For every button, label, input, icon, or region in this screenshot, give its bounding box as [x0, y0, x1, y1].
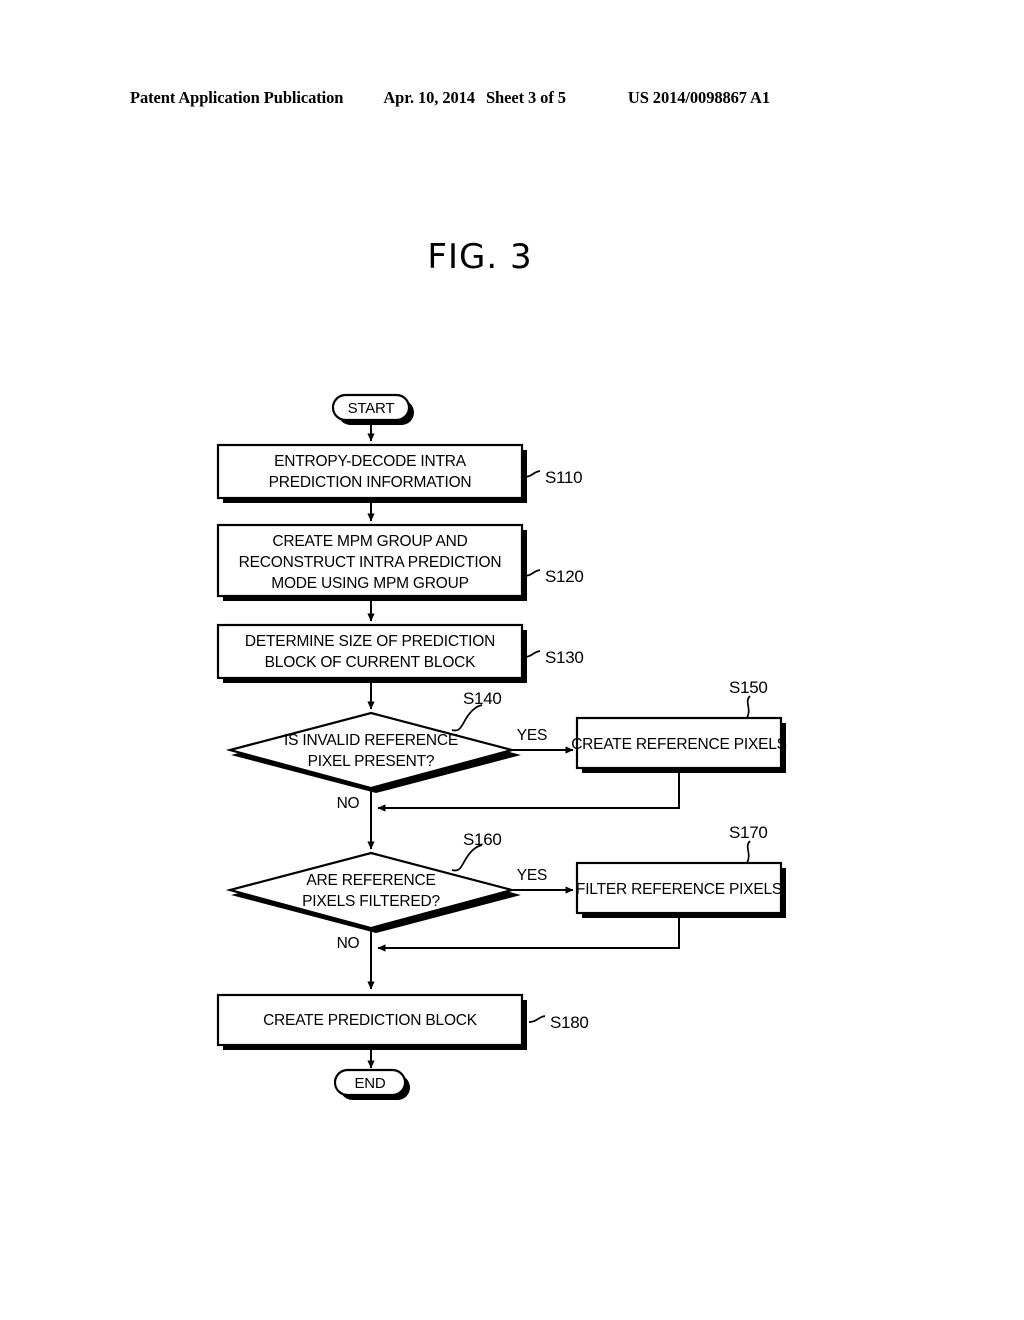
s170-line1: FILTER REFERENCE PIXELS [576, 881, 782, 898]
process-box-s170: FILTER REFERENCE PIXELS [575, 861, 786, 918]
start-label: START [348, 400, 395, 417]
s120-line3: MODE USING MPM GROUP [271, 575, 469, 592]
no-label-s160: NO [337, 935, 360, 952]
end-terminal: END [333, 1068, 410, 1100]
s120-line1: CREATE MPM GROUP AND [272, 533, 467, 550]
leader-s180 [528, 1015, 546, 1023]
s130-line1: DETERMINE SIZE OF PREDICTION [245, 633, 495, 650]
process-box-s150: CREATE REFERENCE PIXELS [571, 716, 787, 773]
leader-s170 [746, 840, 751, 864]
s110-line1: ENTROPY-DECODE INTRA [274, 453, 467, 470]
yes-label-s160: YES [517, 867, 547, 884]
s120-step-id: S120 [545, 567, 584, 586]
end-label: END [354, 1075, 385, 1092]
s140-step-id: S140 [463, 689, 502, 708]
s170-step-id: S170 [729, 823, 768, 842]
s110-step-id: S110 [545, 468, 582, 487]
leader-s150 [746, 695, 751, 719]
process-box-s180: CREATE PREDICTION BLOCK [216, 993, 527, 1050]
s180-step-id: S180 [550, 1013, 589, 1032]
s150-step-id: S150 [729, 678, 768, 697]
decision-diamond-s160: ARE REFERENCE PIXELS FILTERED? [225, 851, 521, 933]
yes-label-s140: YES [517, 727, 547, 744]
s120-line2: RECONSTRUCT INTRA PREDICTION [239, 554, 502, 571]
process-box-s110: ENTROPY-DECODE INTRA PREDICTION INFORMAT… [216, 443, 527, 503]
s140-line2: PIXEL PRESENT? [308, 753, 435, 770]
s180-line1: CREATE PREDICTION BLOCK [263, 1012, 478, 1029]
no-label-s140: NO [337, 795, 360, 812]
start-terminal: START [331, 393, 414, 425]
process-box-s120: CREATE MPM GROUP AND RECONSTRUCT INTRA P… [216, 523, 527, 601]
s160-step-id: S160 [463, 830, 502, 849]
s110-line2: PREDICTION INFORMATION [269, 474, 472, 491]
s150-line1: CREATE REFERENCE PIXELS [571, 736, 787, 753]
decision-diamond-s140: IS INVALID REFERENCE PIXEL PRESENT? [225, 711, 521, 793]
s160-line1: ARE REFERENCE [306, 872, 435, 889]
s160-line2: PIXELS FILTERED? [302, 893, 440, 910]
process-box-s130: DETERMINE SIZE OF PREDICTION BLOCK OF CU… [216, 623, 527, 683]
leader-s140 [451, 704, 483, 732]
s130-step-id: S130 [545, 648, 584, 667]
flowchart-diagram: START ENTROPY-DECODE INTRA PREDICTION IN… [216, 393, 787, 1100]
s130-line2: BLOCK OF CURRENT BLOCK [265, 654, 476, 671]
feedback-s170-to-main [377, 918, 680, 952]
s140-line1: IS INVALID REFERENCE [284, 732, 458, 749]
